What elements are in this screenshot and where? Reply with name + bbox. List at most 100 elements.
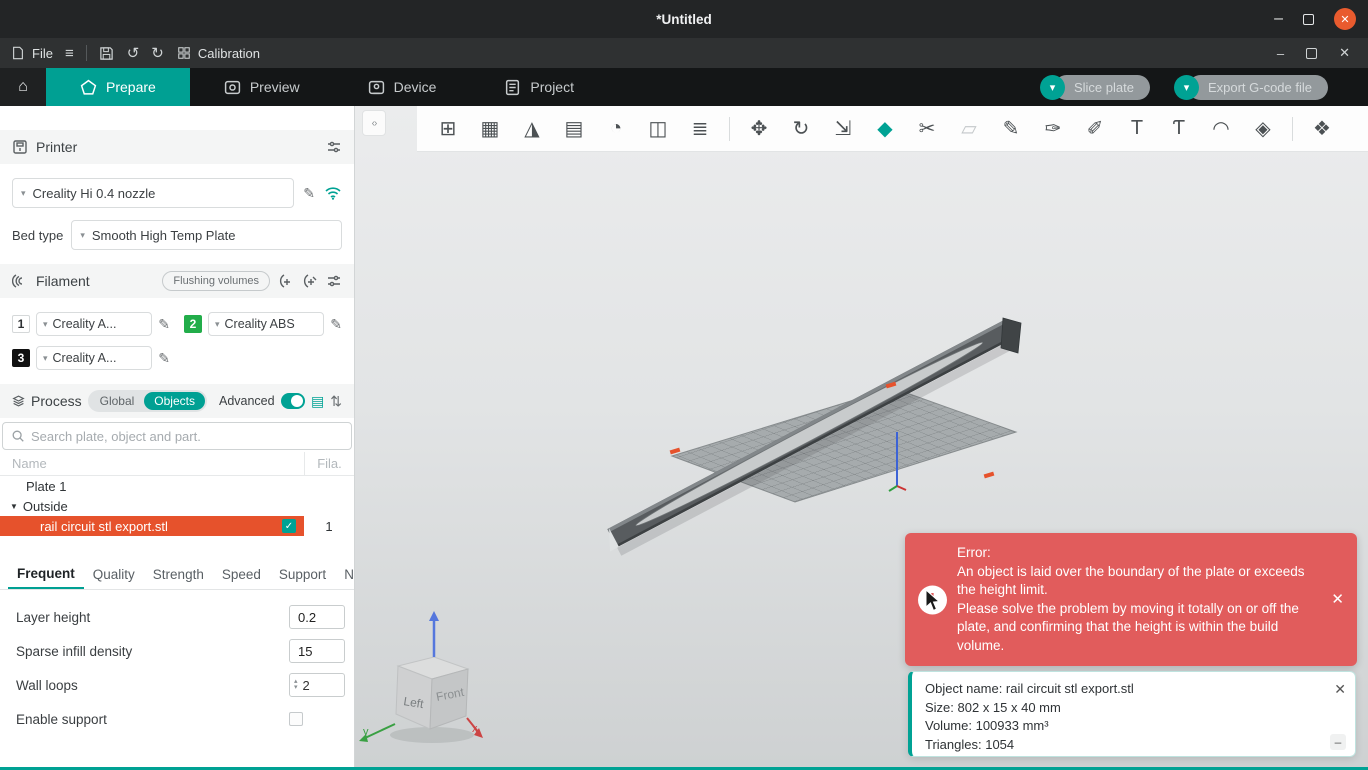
- tree-row-object[interactable]: rail circuit stl export.stl ✓ 1: [0, 516, 354, 536]
- text-tool-button[interactable]: T: [1116, 106, 1158, 152]
- toolbar-separator: [1292, 116, 1293, 141]
- auto-orient-button[interactable]: ◮: [511, 106, 553, 152]
- export-options-dropdown[interactable]: ▾: [1173, 74, 1199, 100]
- app-window-controls: – ✕: [1277, 45, 1358, 61]
- tab-support[interactable]: Support: [270, 560, 335, 589]
- assembly-view-button[interactable]: ❖: [1301, 106, 1343, 152]
- scope-global[interactable]: Global: [90, 392, 145, 410]
- search-box: [2, 422, 352, 450]
- fill-bed-button[interactable]: ▤: [553, 106, 595, 152]
- infill-density-input[interactable]: [289, 639, 345, 663]
- add-filament-icon[interactable]: [278, 273, 294, 289]
- variable-layer-height-button[interactable]: ≣: [679, 106, 721, 152]
- scale-tool-button[interactable]: ⇲: [822, 106, 864, 152]
- tab-device[interactable]: Device: [334, 68, 471, 106]
- tree-row-group[interactable]: ▼ Outside: [0, 496, 354, 516]
- slice-options-dropdown[interactable]: ▾: [1039, 74, 1065, 100]
- edit-filament-3-icon[interactable]: ✎: [158, 350, 170, 367]
- info-close-icon[interactable]: ✕: [1334, 680, 1346, 699]
- info-triangles: Triangles: 1054: [925, 736, 1015, 752]
- tab-quality[interactable]: Quality: [84, 560, 144, 589]
- edit-filament-2-icon[interactable]: ✎: [330, 316, 342, 333]
- preview-icon: [224, 80, 240, 94]
- viewport-3d[interactable]: ‹› ⊞ ▦ ◮ ▤ ◔ ◫ ≣ ✥ ↻ ⇲ ◆ ✂ ▱ ✎ ✑ ✐ T Ƭ ◠…: [355, 106, 1368, 767]
- file-menu[interactable]: File: [10, 45, 53, 61]
- remove-filament-icon[interactable]: [302, 273, 318, 289]
- tab-clipped[interactable]: N: [335, 560, 354, 589]
- measure-tool-button[interactable]: ◈: [1242, 106, 1284, 152]
- export-gcode-button[interactable]: Export G-code file: [1187, 74, 1328, 100]
- tab-project[interactable]: Project: [470, 68, 608, 106]
- undo-icon[interactable]: ↺: [127, 44, 140, 62]
- support-painting-button[interactable]: ✎: [990, 106, 1032, 152]
- edit-printer-icon[interactable]: ✎: [303, 185, 315, 202]
- lay-on-face-button[interactable]: ◆: [864, 106, 906, 152]
- filament-settings-icon[interactable]: [326, 273, 342, 289]
- text-shape-tool-button[interactable]: Ƭ: [1158, 106, 1200, 152]
- app-close-button[interactable]: ✕: [1339, 45, 1350, 61]
- info-minimize-icon[interactable]: –: [1330, 734, 1346, 750]
- search-icon: [12, 430, 24, 442]
- main-menu-icon[interactable]: ≡: [65, 45, 74, 62]
- redo-icon[interactable]: ↻: [151, 44, 164, 62]
- scene-3d[interactable]: Left Front x y: [355, 106, 1368, 767]
- sidebar-collapse-button[interactable]: ‹›: [362, 110, 386, 136]
- parameter-list-icon[interactable]: ▤: [311, 393, 324, 410]
- filament-3-select[interactable]: ▾ Creality A...: [36, 346, 153, 370]
- error-close-icon[interactable]: ✕: [1331, 590, 1344, 609]
- cut-tool-button[interactable]: ✂: [906, 106, 948, 152]
- filament-2-select[interactable]: ▾ Creality ABS: [208, 312, 325, 336]
- arrange-all-button[interactable]: ▦: [469, 106, 511, 152]
- rotate-tool-button[interactable]: ↻: [780, 106, 822, 152]
- app-minimize-button[interactable]: –: [1277, 46, 1284, 61]
- object-visible-checkbox[interactable]: ✓: [282, 519, 296, 533]
- move-tool-button[interactable]: ✥: [738, 106, 780, 152]
- infill-density-label: Sparse infill density: [16, 643, 133, 659]
- tree-row-plate[interactable]: Plate 1: [0, 476, 354, 496]
- emboss-tool-button[interactable]: ◠: [1200, 106, 1242, 152]
- filament-1-color-swatch[interactable]: 1: [12, 315, 30, 333]
- app-restore-button[interactable]: [1306, 47, 1318, 59]
- expand-arrow-icon[interactable]: ▼: [10, 502, 18, 511]
- window-restore-button[interactable]: [1303, 13, 1314, 25]
- filament-slot-2: 2 ▾ Creality ABS ✎: [184, 312, 342, 336]
- layer-height-label: Layer height: [16, 609, 91, 625]
- tab-prepare[interactable]: Prepare: [46, 68, 190, 106]
- flushing-volumes-button[interactable]: Flushing volumes: [162, 271, 270, 291]
- tab-speed[interactable]: Speed: [213, 560, 270, 589]
- split-to-parts-button[interactable]: ◫: [637, 106, 679, 152]
- search-input[interactable]: [31, 428, 343, 444]
- split-to-objects-button[interactable]: ◔: [595, 106, 637, 152]
- sketch-tool-button[interactable]: ✐: [1074, 106, 1116, 152]
- wifi-icon[interactable]: [324, 185, 342, 201]
- scope-objects[interactable]: Objects: [144, 392, 205, 410]
- seam-painting-button[interactable]: ✑: [1032, 106, 1074, 152]
- advanced-toggle[interactable]: [280, 393, 306, 409]
- printer-select[interactable]: ▾ Creality Hi 0.4 nozzle: [12, 178, 295, 208]
- mesh-boolean-button[interactable]: ▱: [948, 106, 990, 152]
- filament-section-header: Filament Flushing volumes: [0, 264, 354, 298]
- navigation-cube[interactable]: Left Front x y: [359, 611, 483, 743]
- window-close-button[interactable]: ✕: [1334, 8, 1356, 30]
- bed-type-select[interactable]: ▾ Smooth High Temp Plate: [71, 220, 342, 250]
- edit-filament-1-icon[interactable]: ✎: [158, 316, 170, 333]
- add-model-button[interactable]: ⊞: [427, 106, 469, 152]
- slice-plate-button[interactable]: Slice plate: [1053, 74, 1150, 100]
- tab-strength[interactable]: Strength: [144, 560, 213, 589]
- error-icon: !: [918, 585, 947, 614]
- spin-down-icon[interactable]: ▾: [294, 684, 298, 691]
- printer-settings-icon[interactable]: [326, 139, 342, 155]
- sync-settings-icon[interactable]: ⇅: [330, 393, 342, 410]
- calibration-menu[interactable]: Calibration: [176, 45, 260, 61]
- window-minimize-button[interactable]: –: [1274, 11, 1283, 27]
- tab-frequent[interactable]: Frequent: [8, 560, 84, 589]
- layer-height-input[interactable]: [289, 605, 345, 629]
- save-icon[interactable]: [99, 45, 115, 61]
- wall-loops-stepper[interactable]: ▴ ▾ 2: [289, 673, 345, 697]
- tab-preview[interactable]: Preview: [190, 68, 334, 106]
- home-button[interactable]: ⌂: [0, 68, 46, 106]
- filament-2-color-swatch[interactable]: 2: [184, 315, 202, 333]
- filament-3-color-swatch[interactable]: 3: [12, 349, 30, 367]
- enable-support-checkbox[interactable]: [289, 712, 303, 726]
- filament-1-select[interactable]: ▾ Creality A...: [36, 312, 153, 336]
